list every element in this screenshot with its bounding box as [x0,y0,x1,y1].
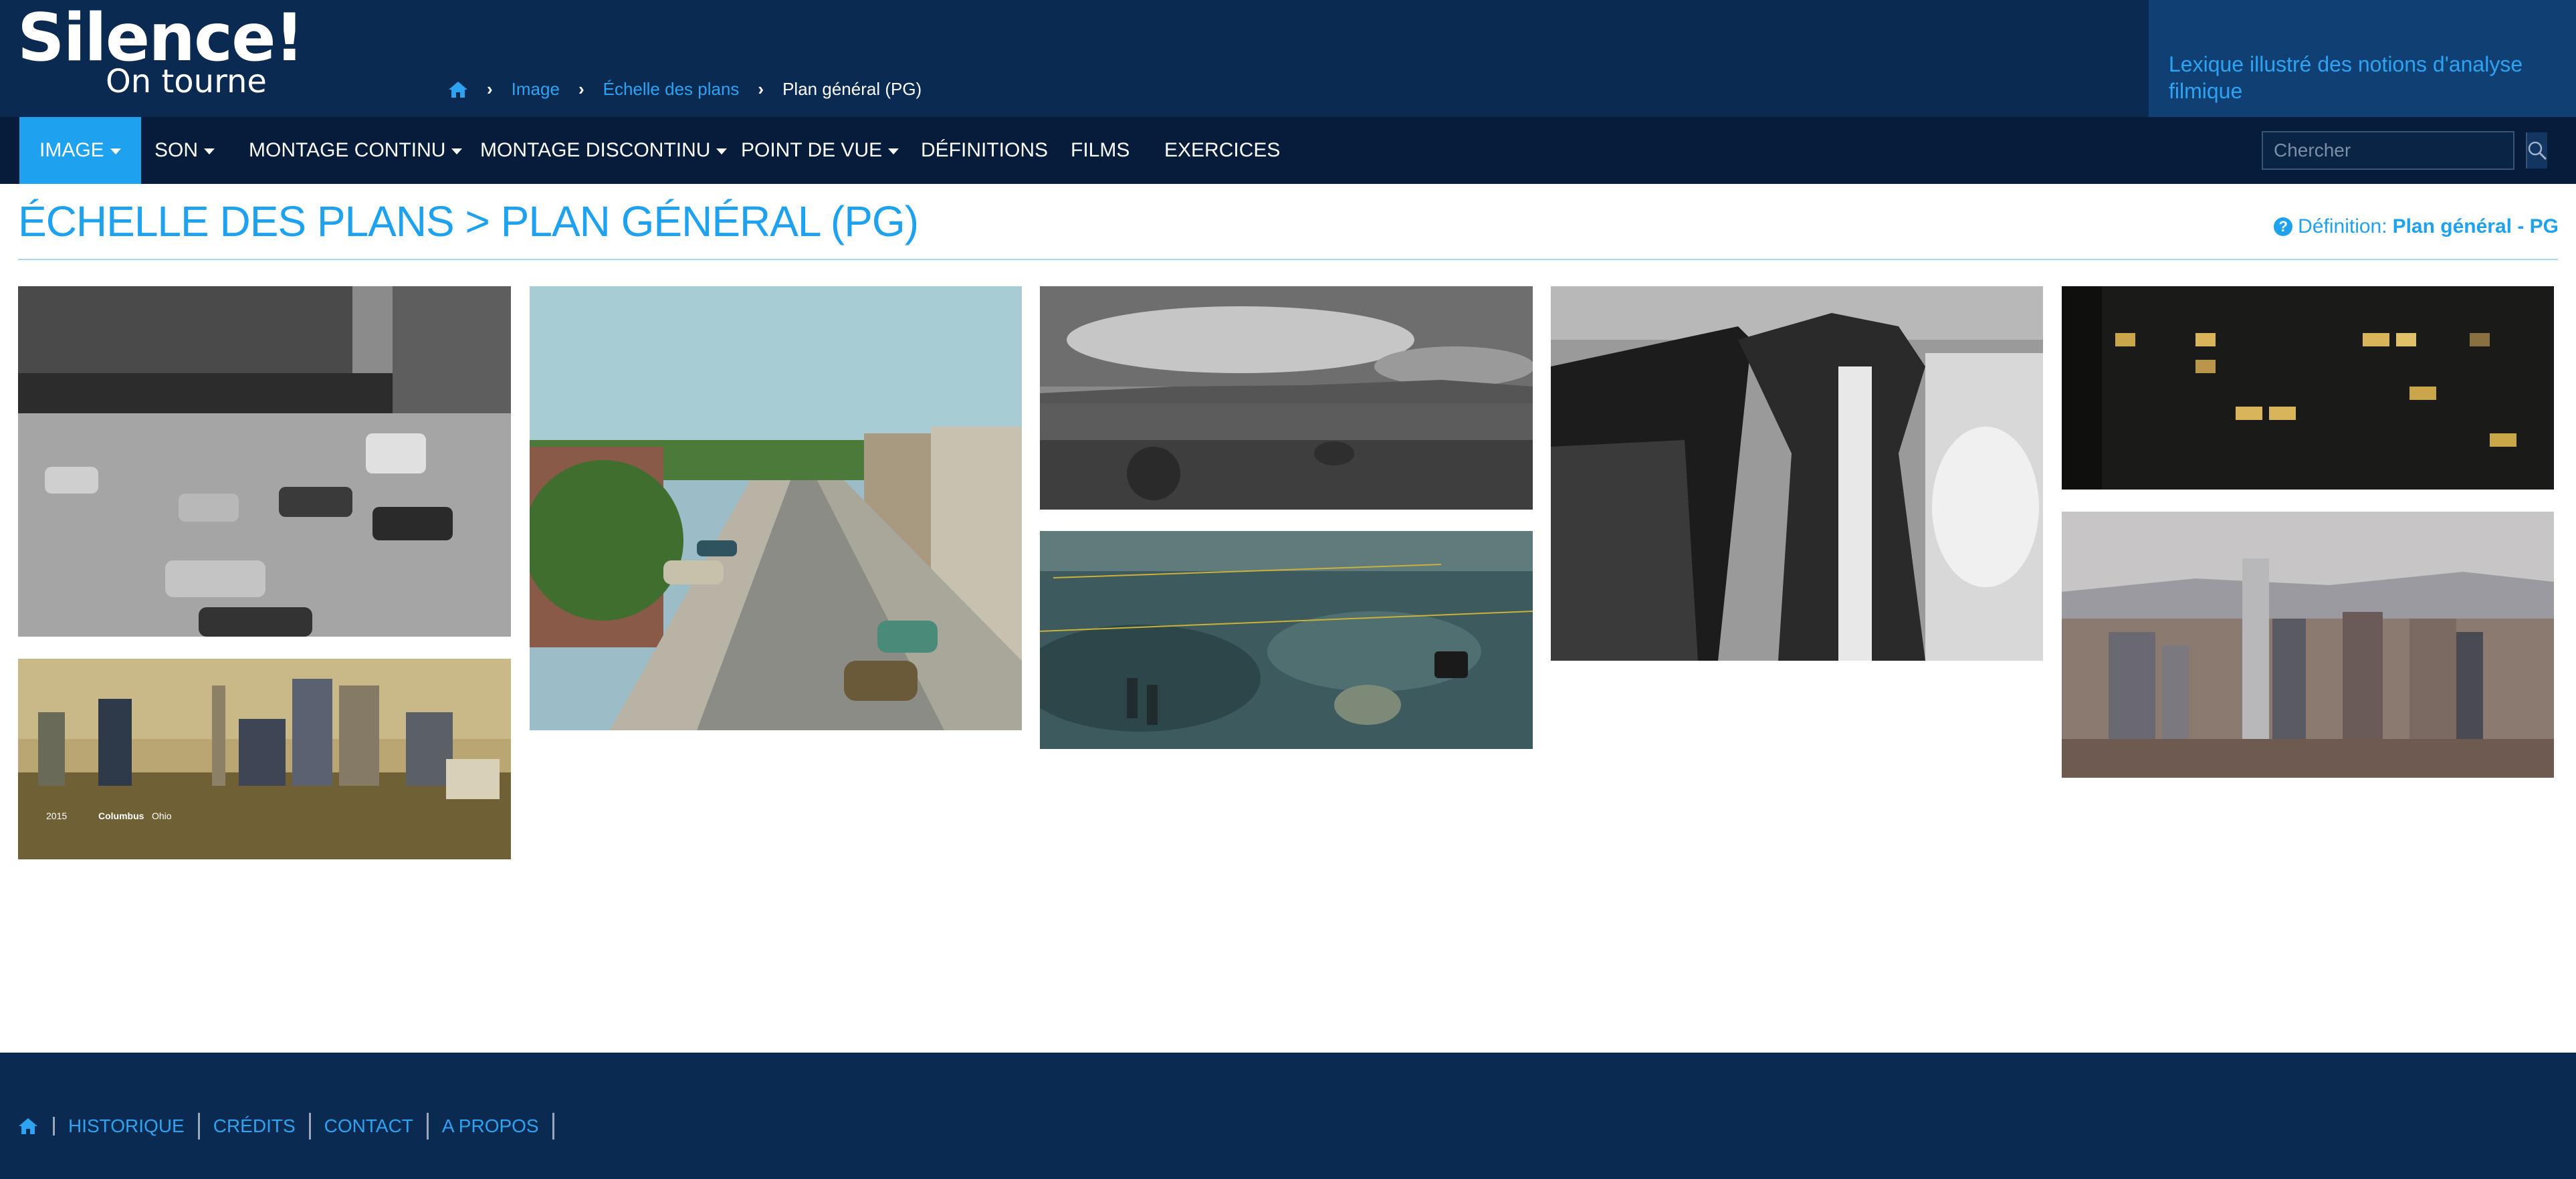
definition-link[interactable]: ? Définition: Plan général - PG [2274,215,2559,238]
nav-item-label: FILMS [1071,139,1130,161]
nav-item-son[interactable]: SON [154,117,215,184]
site-tagline: Lexique illustré des notions d'analyse f… [2169,52,2523,103]
definition-prefix: Définition: [2298,215,2387,237]
home-icon[interactable] [448,80,468,99]
breadcrumb-separator: › [487,79,493,99]
film-still-paris-street[interactable] [18,286,511,637]
nav-item-label: POINT DE VUE [741,139,883,161]
nav-item-montage-continu[interactable]: MONTAGE CONTINU [249,117,463,184]
site-header: Silence! On tourne › Image › Échelle des… [0,0,2576,117]
footer-nav: HISTORIQUE CRÉDITS CONTACT A PROPOS [18,1113,554,1140]
caption-year: 2015 [46,811,67,821]
definition-term[interactable]: Plan général - PG [2393,215,2559,238]
nav-item-exercices[interactable]: EXERCICES [1164,117,1280,184]
footer-link-credits[interactable]: CRÉDITS [200,1113,311,1140]
title-divider [18,259,2558,260]
breadcrumb-image[interactable]: Image [512,79,560,100]
film-still-columbus-skyline[interactable]: 2015 Columbus Ohio [18,659,511,859]
caret-down-icon [204,148,215,154]
film-still-small-town-street[interactable] [530,286,1022,730]
caret-down-icon [451,148,463,154]
footer-link-contact[interactable]: CONTACT [311,1113,429,1140]
main-nav: IMAGE SON MONTAGE CONTINU MONTAGE DISCON… [0,117,2576,184]
site-logo-title[interactable]: Silence! [17,5,304,71]
site-logo-subtitle[interactable]: On tourne [106,66,267,98]
nav-item-label: MONTAGE CONTINU [249,139,446,161]
nav-item-point-de-vue[interactable]: POINT DE VUE [741,117,899,184]
film-still-crime-scene-desert[interactable] [1040,531,1533,749]
nav-item-montage-discontinu[interactable]: MONTAGE DISCONTINU [480,117,728,184]
caret-down-icon [110,148,121,154]
breadcrumb-separator: › [578,79,584,99]
footer-link-a-propos[interactable]: A PROPOS [429,1113,554,1140]
footer-link-historique[interactable]: HISTORIQUE [55,1113,200,1140]
footer-home-link[interactable] [18,1117,55,1136]
question-circle-icon: ? [2274,217,2293,236]
page-title: ÉCHELLE DES PLANS > PLAN GÉNÉRAL (PG) [18,197,919,245]
film-still-cliff-waterfall[interactable] [1551,286,2043,661]
nav-item-label: DÉFINITIONS [921,139,1049,161]
film-still-los-angeles-skyline[interactable] [2062,512,2554,778]
nav-item-label: IMAGE [39,139,104,161]
search-form [2262,131,2547,170]
search-input[interactable] [2263,132,2526,169]
breadcrumb: › Image › Échelle des plans › Plan génér… [448,79,922,100]
nav-item-label: SON [154,139,199,161]
breadcrumb-current: Plan général (PG) [782,79,922,99]
breadcrumb-separator: › [758,79,764,99]
caret-down-icon [716,148,728,154]
site-footer: HISTORIQUE CRÉDITS CONTACT A PROPOS [0,1053,2576,1179]
caret-down-icon [888,148,899,154]
breadcrumb-echelle[interactable]: Échelle des plans [603,79,740,100]
film-still-night-building[interactable] [2062,286,2554,490]
film-still-desert-landscape[interactable] [1040,286,1533,510]
search-button[interactable] [2526,132,2547,169]
nav-item-definitions[interactable]: DÉFINITIONS [921,117,1048,184]
tagline-panel: Lexique illustré des notions d'analyse f… [2149,0,2576,117]
nav-item-label: EXERCICES [1164,139,1281,161]
nav-item-films[interactable]: FILMS [1071,117,1130,184]
nav-item-image[interactable]: IMAGE [19,117,141,184]
search-icon [2528,141,2547,160]
home-icon [19,1118,37,1134]
nav-item-label: MONTAGE DISCONTINU [480,139,711,161]
caption-city: Columbus [98,811,144,821]
caption-state: Ohio [152,811,172,821]
